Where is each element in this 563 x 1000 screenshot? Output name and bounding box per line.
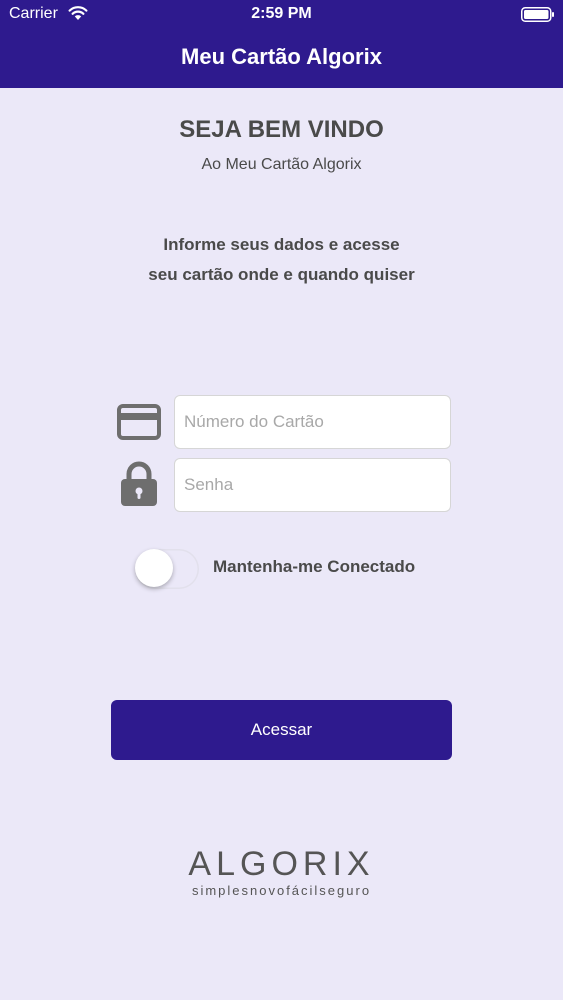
submit-button[interactable]: Acessar — [111, 700, 452, 760]
password-input[interactable] — [174, 458, 451, 512]
page-title: Meu Cartão Algorix — [181, 44, 382, 69]
instructions-line-2: seu cartão onde e quando quiser — [148, 265, 415, 284]
remember-me-toggle[interactable] — [135, 549, 199, 589]
toggle-knob — [135, 549, 173, 587]
welcome-subtitle: Ao Meu Cartão Algorix — [201, 156, 362, 173]
status-time: 2:59 PM — [251, 5, 312, 22]
lock-icon — [121, 461, 157, 506]
remember-me-label: Mantenha-me Conectado — [213, 557, 416, 576]
battery-icon — [521, 7, 554, 22]
instructions-line-1: Informe seus dados e acesse — [163, 235, 400, 254]
card-number-input[interactable] — [174, 395, 451, 449]
logo-name: ALGORIX — [188, 845, 375, 883]
algorix-logo: ALGORIX simplesnovofácilseguro — [0, 845, 563, 899]
welcome-title: SEJA BEM VINDO — [179, 116, 384, 143]
credit-card-icon — [117, 404, 161, 440]
status-bar: Carrier 2:59 PM — [0, 0, 563, 30]
instructions-text: Informe seus dados e acesse seu cartão o… — [0, 230, 563, 290]
logo-tagline: simplesnovofácilseguro — [191, 883, 372, 898]
app-header: Carrier 2:59 PM Meu Cartão Algorix — [0, 0, 563, 88]
